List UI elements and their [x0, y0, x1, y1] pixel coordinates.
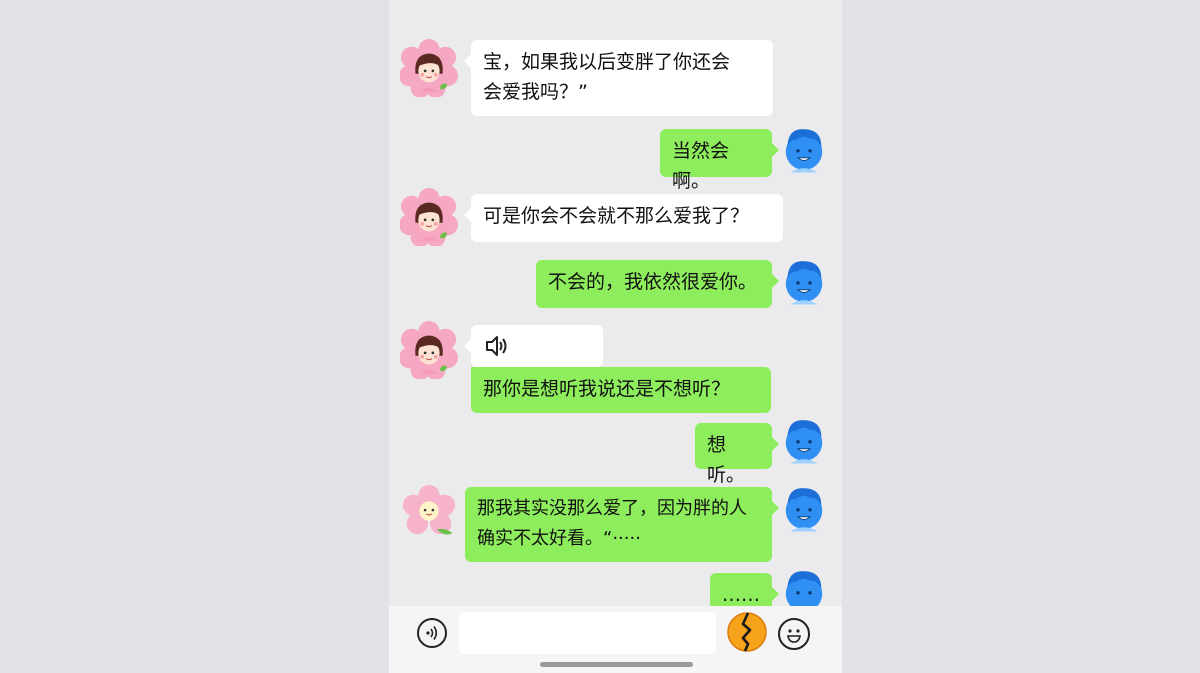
boy-avatar[interactable]	[778, 566, 830, 606]
message-text-line: 宝，如果我以后变胖了你还会	[483, 51, 731, 73]
flower-avatar[interactable]	[400, 483, 458, 541]
boy-avatar[interactable]	[778, 124, 830, 176]
message-bubble[interactable]: 想听。	[695, 423, 779, 486]
message-text: 可是你会不会就不那么爱我了？	[483, 205, 750, 227]
message-text: 不会的，我依然很爱你。	[548, 271, 758, 293]
chat-window: 宝，如果我以后变胖了你还会 会爱我吗？” 当然会啊。 可是你会不会就不那么爱我了…	[389, 0, 842, 673]
message-bubble[interactable]: 可是你会不会就不那么爱我了？	[464, 194, 783, 242]
message-input[interactable]	[459, 612, 716, 654]
girl-avatar[interactable]	[400, 188, 458, 246]
background-left	[0, 0, 389, 673]
cracked-emoji-icon[interactable]	[726, 611, 768, 653]
message-text-line: 确实不太好看。“·····	[477, 528, 641, 549]
message-text: 那你是想听我说还是不想听？	[483, 378, 731, 400]
boy-avatar[interactable]	[778, 415, 830, 467]
voice-wave-icon	[426, 626, 438, 640]
message-text-line: 会爱我吗？”	[483, 81, 588, 103]
background-right	[842, 0, 1200, 673]
home-indicator[interactable]	[540, 662, 693, 667]
message-text: 当然会啊。	[672, 140, 730, 192]
input-bar	[389, 606, 842, 673]
boy-avatar[interactable]	[778, 483, 830, 535]
girl-avatar[interactable]	[400, 321, 458, 379]
girl-avatar[interactable]	[400, 39, 458, 97]
message-bubble[interactable]: 当然会啊。	[660, 129, 779, 192]
voice-message-bubble[interactable]	[464, 325, 603, 367]
message-text-line: 那我其实没那么爱了，因为胖的人	[477, 498, 747, 519]
boy-avatar[interactable]	[778, 256, 830, 308]
speaker-icon[interactable]	[483, 333, 509, 359]
message-text: ……	[722, 584, 760, 606]
message-bubble[interactable]: 不会的，我依然很爱你。	[536, 260, 779, 308]
smiley-icon[interactable]	[778, 618, 810, 650]
message-bubble[interactable]: ……	[710, 573, 779, 606]
message-list[interactable]: 宝，如果我以后变胖了你还会 会爱我吗？” 当然会啊。 可是你会不会就不那么爱我了…	[389, 0, 842, 606]
message-text: 想听。	[707, 434, 746, 486]
smiley-face-icon	[787, 629, 801, 643]
message-bubble[interactable]: 宝，如果我以后变胖了你还会 会爱我吗？”	[464, 40, 773, 116]
voice-input-icon[interactable]	[417, 618, 447, 648]
message-bubble[interactable]: 那你是想听我说还是不想听？	[471, 367, 771, 413]
message-bubble[interactable]: 那我其实没那么爱了，因为胖的人 确实不太好看。“·····	[465, 487, 779, 562]
